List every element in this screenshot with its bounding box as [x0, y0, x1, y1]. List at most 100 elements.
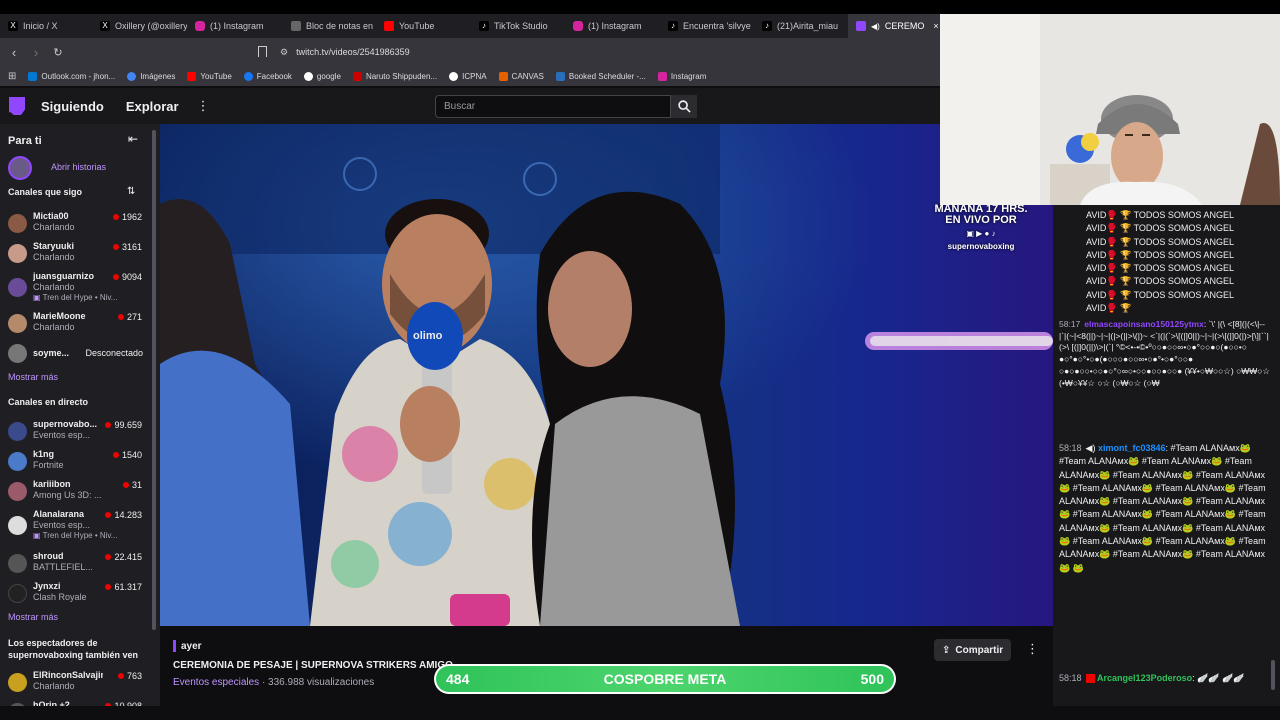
share-button[interactable]: ⇪ Compartir: [934, 639, 1012, 661]
screen-top-strip: [0, 0, 1280, 14]
channel-item[interactable]: Staryuuki Charlando 3161: [0, 238, 150, 268]
channel-name: ElRinconSalvajin: [33, 670, 103, 680]
browser-tab[interactable]: (1) Instagram: [187, 14, 283, 38]
more-options-icon[interactable]: ⋮: [1026, 641, 1039, 657]
twitch-icon: [856, 21, 866, 31]
viewer-count: 271: [117, 312, 142, 322]
bookmark-item[interactable]: CANVAS: [498, 71, 544, 81]
browser-tab[interactable]: X Oxillery (@oxillery: [92, 14, 187, 38]
sort-icon[interactable]: ⇅: [127, 186, 135, 197]
search-button[interactable]: [671, 95, 697, 118]
show-more-link[interactable]: Mostrar más: [8, 372, 58, 382]
channel-item[interactable]: juansguarnizo Charlando ▣ Tren del Hype …: [0, 268, 150, 306]
channel-item[interactable]: supernovabo... Eventos esp... 99.659: [0, 416, 150, 446]
notepad-icon: [291, 21, 301, 31]
channel-avatar: [8, 213, 27, 233]
chat-username[interactable]: Arcangel123Poderoso: [1097, 673, 1192, 683]
channel-item[interactable]: MarieMoone Charlando 271: [0, 308, 150, 338]
browser-tab[interactable]: X Inicio / X: [0, 14, 92, 38]
close-tab-icon[interactable]: ×: [933, 21, 938, 31]
chat-scrollbar[interactable]: [1271, 660, 1275, 690]
channel-avatar: [8, 451, 27, 471]
browser-tab-active[interactable]: ◀) CEREMO ×: [848, 14, 940, 38]
bookmark-item[interactable]: Naruto Shippuden...: [352, 71, 437, 81]
channel-item[interactable]: soyme... Desconectado: [0, 338, 150, 368]
view-count: · 336.988 visualizaciones: [261, 677, 375, 688]
show-more-link[interactable]: Mostrar más: [8, 612, 58, 622]
chat-line: AVID🥊 🏆 TODOS SOMOS ANGEL: [1086, 210, 1234, 220]
bookmark-icon[interactable]: [258, 46, 267, 57]
twitch-logo-icon[interactable]: [9, 97, 25, 115]
social-icons: ▣ ▶ ● ♪: [966, 229, 996, 238]
category-link[interactable]: Eventos especiales: [173, 677, 259, 688]
collapse-sidebar-icon[interactable]: ⇤: [128, 132, 138, 146]
open-stories-link[interactable]: Abrir historias: [51, 162, 106, 172]
bookmark-item[interactable]: ICPNA: [449, 71, 487, 81]
event-promo-overlay: MAÑANA 17 HRS. EN VIVO POR ▣ ▶ ● ♪ super…: [934, 203, 1028, 252]
chat-text: : 🪽🪽 🪽🪽: [1192, 673, 1245, 683]
live-dot-icon: [117, 673, 124, 679]
sidebar-scrollbar[interactable]: [152, 130, 156, 630]
channel-item[interactable]: ElRinconSalvajin Charlando 763: [0, 667, 150, 697]
stories-avatar[interactable]: [8, 156, 32, 180]
facebook-icon: [243, 71, 253, 81]
channel-item[interactable]: Jynxzi Clash Royale 61.317: [0, 578, 150, 608]
channel-game: Charlando: [33, 222, 75, 232]
twitch-top-nav: Siguiendo Explorar ⋮ Buscar: [0, 88, 940, 124]
viewer-count: 14.283: [105, 510, 142, 520]
channel-avatar: [8, 583, 27, 603]
browser-tab[interactable]: ♪ Encuentra 'silvye: [660, 14, 754, 38]
scheduler-icon: [555, 71, 565, 81]
browser-tab[interactable]: ♪ TikTok Studio: [471, 14, 565, 38]
more-options-icon[interactable]: ⋮: [197, 98, 210, 114]
channel-item[interactable]: Alanalarana Eventos esp... ▣ Tren del Hy…: [0, 506, 150, 544]
forward-icon[interactable]: ›: [28, 45, 44, 60]
browser-tab[interactable]: Bloc de notas en: [283, 14, 376, 38]
bookmark-item[interactable]: Booked Scheduler -...: [555, 71, 646, 81]
chat-username[interactable]: ximont_fc03846: [1098, 443, 1166, 453]
channel-item[interactable]: kariiibon Among Us 3D: ... 31: [0, 476, 150, 506]
bookmark-item[interactable]: Outlook.com - jhon...: [28, 71, 115, 81]
channel-item[interactable]: shroud BATTLEFIEL... 22.415: [0, 548, 150, 578]
nav-following[interactable]: Siguiendo: [41, 99, 104, 114]
search-input[interactable]: Buscar: [435, 95, 671, 118]
channel-game: Fortnite: [33, 460, 64, 470]
channel-avatar: [8, 313, 27, 333]
x-icon: X: [8, 21, 18, 31]
chat-text: : `\' |(\ <[8](|(<\|--|`|(~|<8(||)~|~|(|…: [1059, 319, 1271, 388]
chat-line: AVID🥊 🏆 TODOS SOMOS ANGEL: [1086, 223, 1234, 234]
video-meta: Eventos especiales · 336.988 visualizaci…: [173, 677, 374, 688]
back-icon[interactable]: ‹: [6, 45, 22, 60]
reload-icon[interactable]: ↻: [50, 46, 66, 59]
channel-item[interactable]: Mictia00 Charlando 1962: [0, 208, 150, 238]
apps-grid-icon[interactable]: ⊞: [8, 71, 16, 82]
goal-target: 500: [860, 671, 884, 687]
nav-explore[interactable]: Explorar: [126, 99, 179, 114]
bookmark-item[interactable]: Facebook: [243, 71, 292, 81]
channel-game: BATTLEFIEL...: [33, 562, 93, 572]
hype-train-icon: ▣: [33, 531, 41, 540]
browser-tab[interactable]: YouTube: [376, 14, 471, 38]
goal-current: 484: [446, 671, 470, 687]
url-field[interactable]: ⚙ twitch.tv/videos/2541986359: [280, 43, 920, 61]
video-player[interactable]: olimo MAÑANA 17 HRS. EN VIVO POR ▣ ▶ ● ♪…: [160, 124, 1053, 626]
instagram-icon: [657, 71, 667, 81]
chat-panel: AVID🥊 🏆 TODOS SOMOS ANGEL AVID🥊 🏆 TODOS …: [1053, 205, 1280, 720]
bookmark-item[interactable]: YouTube: [187, 71, 232, 81]
google-icon: [303, 71, 313, 81]
chat-username[interactable]: elmascapoinsano150125ytmx: [1084, 319, 1204, 329]
browser-tab-bar: X Inicio / X X Oxillery (@oxillery (1) Ins…: [0, 14, 940, 38]
browser-tab[interactable]: ♪ (21)Airita_miau: [754, 14, 848, 38]
bookmark-item[interactable]: Instagram: [657, 71, 706, 81]
bookmark-site-icon: [352, 71, 362, 81]
speaker-badge-icon: ◀): [1085, 443, 1098, 453]
chat-line: AVID🥊 🏆: [1086, 303, 1132, 314]
goal-progress-fill: 484 COSPOBRE META 500: [436, 666, 894, 692]
bookmark-item[interactable]: google: [303, 71, 341, 81]
bookmark-item[interactable]: Imágenes: [127, 71, 175, 81]
chat-line: AVID🥊 🏆 TODOS SOMOS ANGEL: [1086, 276, 1234, 287]
site-info-icon[interactable]: ⚙: [280, 47, 288, 58]
url-text: twitch.tv/videos/2541986359: [296, 47, 410, 57]
browser-tab[interactable]: (1) Instagram: [565, 14, 660, 38]
channel-item[interactable]: k1ng Fortnite 1540: [0, 446, 150, 476]
